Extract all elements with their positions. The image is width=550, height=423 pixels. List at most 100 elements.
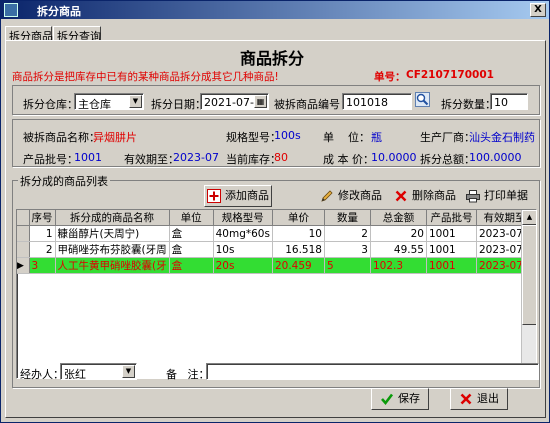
table-cell[interactable]: 102.3: [370, 257, 427, 274]
printer-icon: [466, 189, 480, 203]
expiry-label: 有效期至：: [124, 153, 179, 166]
items-table[interactable]: 序号 拆分成的商品名称 单位 规格型号 单价 数量 总金额 产品批号 有效期至 …: [16, 209, 537, 379]
expiry-value: 2023-07: [173, 151, 219, 164]
row-indicator-header: [17, 210, 30, 226]
edit-item-button[interactable]: 修改商品: [320, 187, 382, 205]
table-header: 序号 拆分成的商品名称 单位 规格型号 单价 数量 总金额 产品批号 有效期至: [17, 210, 533, 226]
table-cell[interactable]: 2: [29, 241, 56, 258]
row-indicator: [17, 241, 30, 258]
warehouse-select[interactable]: 主仓库 ▼: [74, 93, 144, 110]
close-icon: [459, 392, 473, 406]
page-title: 商品拆分: [240, 49, 305, 68]
table-cell[interactable]: 49.55: [370, 241, 427, 258]
vertical-scrollbar[interactable]: ▲ ▼: [521, 210, 536, 378]
product-code-input[interactable]: 101018: [342, 93, 412, 110]
title-bar: 拆分商品 X: [1, 1, 549, 19]
items-grid: 序号 拆分成的商品名称 单位 规格型号 单价 数量 总金额 产品批号 有效期至 …: [17, 210, 533, 274]
chevron-down-icon[interactable]: ▼: [122, 365, 135, 378]
column-header[interactable]: 数量: [324, 210, 371, 226]
total-label: 拆分总额：: [420, 153, 475, 166]
date-field[interactable]: 2021-07-17 ▦: [200, 93, 269, 110]
row-indicator: ▶: [17, 257, 30, 274]
delete-item-button[interactable]: 删除商品: [394, 187, 456, 205]
product-name-label: 被拆商品名称：: [23, 131, 100, 144]
table-cell[interactable]: 糠甾醇片(天周宁): [55, 225, 170, 242]
search-icon[interactable]: [415, 92, 430, 107]
table-cell[interactable]: 2: [324, 225, 371, 242]
table-cell[interactable]: 盒: [169, 241, 214, 258]
column-header[interactable]: 产品批号: [426, 210, 477, 226]
stock-label: 当前库存：: [226, 153, 281, 166]
quantity-label: 拆分数量：: [441, 98, 496, 111]
table-cell[interactable]: 20s: [213, 257, 273, 274]
notice-text: 商品拆分是把库存中已有的某种商品拆分成其它几种商品!: [12, 71, 279, 83]
table-cell[interactable]: 5: [324, 257, 371, 274]
handler-select[interactable]: 张红 ▼: [60, 363, 137, 380]
scroll-thumb[interactable]: [522, 225, 536, 325]
table-cell[interactable]: 10: [272, 225, 325, 242]
column-header[interactable]: 单位: [169, 210, 214, 226]
table-cell[interactable]: 3: [29, 257, 56, 274]
total-value: 100.0000: [469, 151, 522, 164]
batch-value: 1001: [74, 151, 102, 164]
calendar-icon[interactable]: ▦: [254, 95, 267, 108]
add-item-button[interactable]: 添加商品: [204, 185, 272, 207]
app-icon: [4, 3, 18, 17]
table-row-selected[interactable]: ▶ 3 人工牛黄甲硝唑胶囊(牙 盒 20s 20.459 5 102.3 100…: [17, 257, 533, 274]
item-list-title: 拆分成的商品列表: [18, 173, 110, 189]
tab-query[interactable]: 拆分查询: [53, 26, 101, 43]
handler-label: 经办人：: [20, 368, 64, 381]
spec-value: 100s: [274, 129, 301, 142]
table-cell[interactable]: 20.459: [272, 257, 325, 274]
save-button[interactable]: 保存: [371, 388, 429, 410]
table-cell[interactable]: 16.518: [272, 241, 325, 258]
unit-label: 单 位：: [323, 131, 370, 144]
chevron-down-icon[interactable]: ▼: [129, 95, 142, 108]
table-cell[interactable]: 人工牛黄甲硝唑胶囊(牙: [55, 257, 170, 274]
table-cell[interactable]: 10s: [213, 241, 273, 258]
row-indicator: [17, 225, 30, 242]
table-cell[interactable]: 20: [370, 225, 427, 242]
table-cell[interactable]: 甲硝唑芬布芬胶囊(牙周: [55, 241, 170, 258]
spec-label: 规格型号：: [226, 131, 281, 144]
column-header[interactable]: 规格型号: [213, 210, 273, 226]
column-header[interactable]: 序号: [29, 210, 56, 226]
column-header[interactable]: 拆分成的商品名称: [55, 210, 170, 226]
column-header[interactable]: 单价: [272, 210, 325, 226]
table-cell[interactable]: 盒: [169, 257, 214, 274]
exit-button[interactable]: 退出: [450, 388, 508, 410]
table-cell[interactable]: 盒: [169, 225, 214, 242]
maker-label: 生产厂商：: [420, 131, 475, 144]
table-row[interactable]: 2 甲硝唑芬布芬胶囊(牙周 盒 10s 16.518 3 49.55 1001 …: [17, 241, 533, 258]
table-cell[interactable]: 3: [324, 241, 371, 258]
product-code-label: 被拆商品编号：: [274, 98, 351, 111]
split-panel: 商品拆分 商品拆分是把库存中已有的某种商品拆分成其它几种商品! 单号： CF21…: [5, 40, 546, 418]
note-input[interactable]: [206, 363, 539, 380]
date-label: 拆分日期：: [151, 98, 206, 111]
tab-split[interactable]: 拆分商品: [5, 26, 53, 43]
product-name-value: 异烟肼片: [93, 131, 137, 144]
table-cell[interactable]: 1001: [426, 225, 477, 242]
check-icon: [380, 392, 394, 406]
main-window: 拆分商品 X 拆分商品 拆分查询 商品拆分 商品拆分是把库存中已有的某种商品拆分…: [0, 0, 550, 423]
quantity-input[interactable]: 10: [490, 93, 528, 110]
add-icon: [207, 189, 221, 203]
column-header[interactable]: 总金额: [370, 210, 427, 226]
cost-value: 10.0000: [371, 151, 417, 164]
close-button[interactable]: X: [530, 3, 546, 17]
warehouse-label: 拆分仓库：: [23, 98, 78, 111]
table-cell[interactable]: 1: [29, 225, 56, 242]
table-cell[interactable]: 40mg*60s: [213, 225, 273, 242]
unit-value: 瓶: [371, 131, 382, 144]
table-cell[interactable]: 1001: [426, 257, 477, 274]
note-label: 备 注：: [166, 368, 210, 381]
window-title: 拆分商品: [37, 5, 81, 18]
table-cell[interactable]: 1001: [426, 241, 477, 258]
cost-label: 成 本 价：: [323, 153, 374, 166]
scroll-up-icon[interactable]: ▲: [522, 210, 536, 225]
batch-label: 产品批号：: [23, 153, 78, 166]
order-number: CF2107170001: [406, 69, 494, 81]
table-row[interactable]: 1 糠甾醇片(天周宁) 盒 40mg*60s 10 2 20 1001 2023…: [17, 225, 533, 242]
pencil-icon: [320, 189, 334, 203]
print-button[interactable]: 打印单据: [466, 187, 528, 205]
